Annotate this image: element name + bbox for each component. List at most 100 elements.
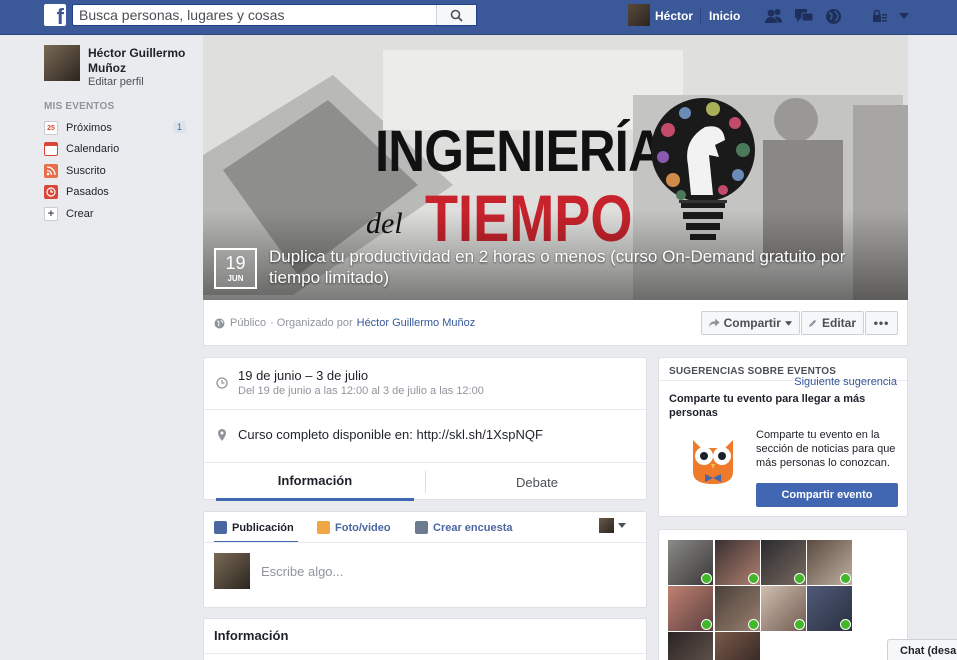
event-privacy-organizer: Público · Organizado por Héctor Guillerm… xyxy=(214,317,475,329)
search-button[interactable] xyxy=(436,5,476,25)
search-input[interactable] xyxy=(73,5,433,25)
poll-icon xyxy=(415,521,428,534)
event-tabs: Información Debate xyxy=(204,462,648,501)
post-composer: Publicación Foto/video Crear encuesta Es… xyxy=(203,511,647,608)
topbar-profile-link[interactable]: Héctor xyxy=(655,9,693,23)
guest-thumbnail[interactable] xyxy=(668,540,713,585)
guest-thumbnail[interactable] xyxy=(761,540,806,585)
messages-icon[interactable] xyxy=(794,7,814,25)
event-cover-photo[interactable]: INGENIERÍA del TIEMPO 19 JUN Duplica tu … xyxy=(203,35,908,300)
calendar-icon xyxy=(44,142,58,156)
search-icon xyxy=(450,9,463,22)
composer-tab-poll[interactable]: Crear encuesta xyxy=(415,521,513,534)
pencil-icon xyxy=(809,319,817,327)
event-suggestions-card: SUGERENCIAS SOBRE EVENTOS Siguiente suge… xyxy=(658,357,908,517)
sidebar-item-upcoming[interactable]: 25 Próximos 1 xyxy=(44,118,190,138)
composer-input[interactable]: Escribe algo... xyxy=(261,564,343,579)
event-meta-bar: Público · Organizado por Héctor Guillerm… xyxy=(203,300,908,346)
guest-thumbnail[interactable] xyxy=(761,586,806,631)
share-label: Compartir xyxy=(723,316,781,330)
event-title: Duplica tu productividad en 2 horas o me… xyxy=(269,247,846,287)
share-arrow-icon xyxy=(709,318,720,328)
information-section: Información xyxy=(203,618,647,660)
guest-thumbnail[interactable] xyxy=(715,586,760,631)
guests-photo-grid xyxy=(658,529,908,660)
information-title: Información xyxy=(214,628,289,643)
sidebar-avatar[interactable] xyxy=(44,45,80,81)
clock-icon xyxy=(44,185,58,199)
more-options-button[interactable]: ••• xyxy=(865,311,898,335)
pencil-icon xyxy=(214,521,227,534)
home-link[interactable]: Inicio xyxy=(709,9,740,23)
clock-icon xyxy=(216,377,228,389)
composer-tab-label: Foto/video xyxy=(335,521,391,534)
guest-thumbnail[interactable] xyxy=(668,632,713,660)
going-check-icon xyxy=(748,619,759,630)
event-date-row: 19 de junio – 3 de julio Del 19 de junio… xyxy=(204,358,646,410)
location-pin-icon xyxy=(218,429,226,441)
organized-by-label: · Organizado por xyxy=(270,317,353,329)
guest-thumbnail[interactable] xyxy=(807,586,852,631)
friend-requests-icon[interactable] xyxy=(764,7,784,25)
chat-tab[interactable]: Chat (desa xyxy=(887,639,957,660)
upcoming-count-badge: 1 xyxy=(172,121,186,133)
composer-divider xyxy=(204,542,646,543)
cover-logo-line1: INGENIERÍA xyxy=(375,119,665,184)
going-check-icon xyxy=(701,573,712,584)
sidebar-profile-name[interactable]: Héctor Guillermo Muñoz xyxy=(88,46,188,76)
rss-icon xyxy=(44,164,58,178)
calendar-25-icon: 25 xyxy=(44,121,58,135)
owl-mascot-icon xyxy=(693,440,733,484)
going-check-icon xyxy=(794,573,805,584)
facebook-logo[interactable]: f xyxy=(44,4,66,26)
sidebar-item-label: Crear xyxy=(66,208,94,220)
top-navigation-bar: f Héctor Inicio xyxy=(0,0,957,35)
privacy-lock-icon[interactable] xyxy=(870,7,890,25)
event-location-text: Curso completo disponible en: http://skl… xyxy=(238,427,543,442)
share-button[interactable]: Compartir xyxy=(701,311,800,335)
event-date-month: JUN xyxy=(227,274,244,283)
sidebar-item-label: Próximos xyxy=(66,122,112,134)
guest-thumbnail[interactable] xyxy=(715,632,760,660)
topbar-avatar[interactable] xyxy=(628,4,650,26)
edit-label: Editar xyxy=(821,316,856,330)
notifications-globe-icon[interactable] xyxy=(823,7,843,25)
guest-thumbnail[interactable] xyxy=(715,540,760,585)
edit-button[interactable]: Editar xyxy=(801,311,864,335)
sidebar-item-past[interactable]: Pasados xyxy=(44,182,190,202)
next-suggestion-link[interactable]: Siguiente sugerencia xyxy=(794,376,897,388)
composer-avatar[interactable] xyxy=(599,518,614,533)
composer-user-avatar xyxy=(214,553,250,589)
composer-tab-label: Crear encuesta xyxy=(433,521,513,534)
composer-tab-label: Publicación xyxy=(232,521,294,534)
topbar-divider xyxy=(700,8,701,24)
event-date-sub: Del 19 de junio a las 12:00 al 3 de juli… xyxy=(238,385,484,397)
tab-discussion[interactable]: Debate xyxy=(426,463,648,501)
event-location-row: Curso completo disponible en: http://skl… xyxy=(204,410,646,462)
sidebar-item-label: Calendario xyxy=(66,143,120,155)
edit-profile-link[interactable]: Editar perfil xyxy=(88,76,144,88)
tab-information[interactable]: Información xyxy=(216,463,414,501)
suggestions-title: Comparte tu evento para llegar a más per… xyxy=(669,393,866,419)
going-check-icon xyxy=(794,619,805,630)
composer-tab-photo-video[interactable]: Foto/video xyxy=(317,521,391,534)
going-check-icon xyxy=(840,619,851,630)
sidebar-item-subscribed[interactable]: Suscrito xyxy=(44,161,190,181)
organizer-link[interactable]: Héctor Guillermo Muñoz xyxy=(357,317,476,329)
going-check-icon xyxy=(840,573,851,584)
sidebar-item-create[interactable]: + Crear xyxy=(44,204,190,224)
event-date-main: 19 de junio – 3 de julio xyxy=(238,368,369,383)
guest-thumbnail[interactable] xyxy=(668,586,713,631)
sidebar-item-label: Suscrito xyxy=(66,165,106,177)
plus-icon: + xyxy=(44,207,58,221)
going-check-icon xyxy=(701,619,712,630)
event-details-card: 19 de junio – 3 de julio Del 19 de junio… xyxy=(203,357,648,501)
account-menu-caret-icon[interactable] xyxy=(895,7,913,25)
sidebar-item-label: Pasados xyxy=(66,186,109,198)
chevron-down-icon[interactable] xyxy=(618,523,626,528)
sidebar-item-calendar[interactable]: Calendario xyxy=(44,139,190,159)
share-event-button[interactable]: Compartir evento xyxy=(756,483,898,507)
composer-tab-post[interactable]: Publicación xyxy=(214,521,294,534)
photo-icon xyxy=(317,521,330,534)
guest-thumbnail[interactable] xyxy=(807,540,852,585)
